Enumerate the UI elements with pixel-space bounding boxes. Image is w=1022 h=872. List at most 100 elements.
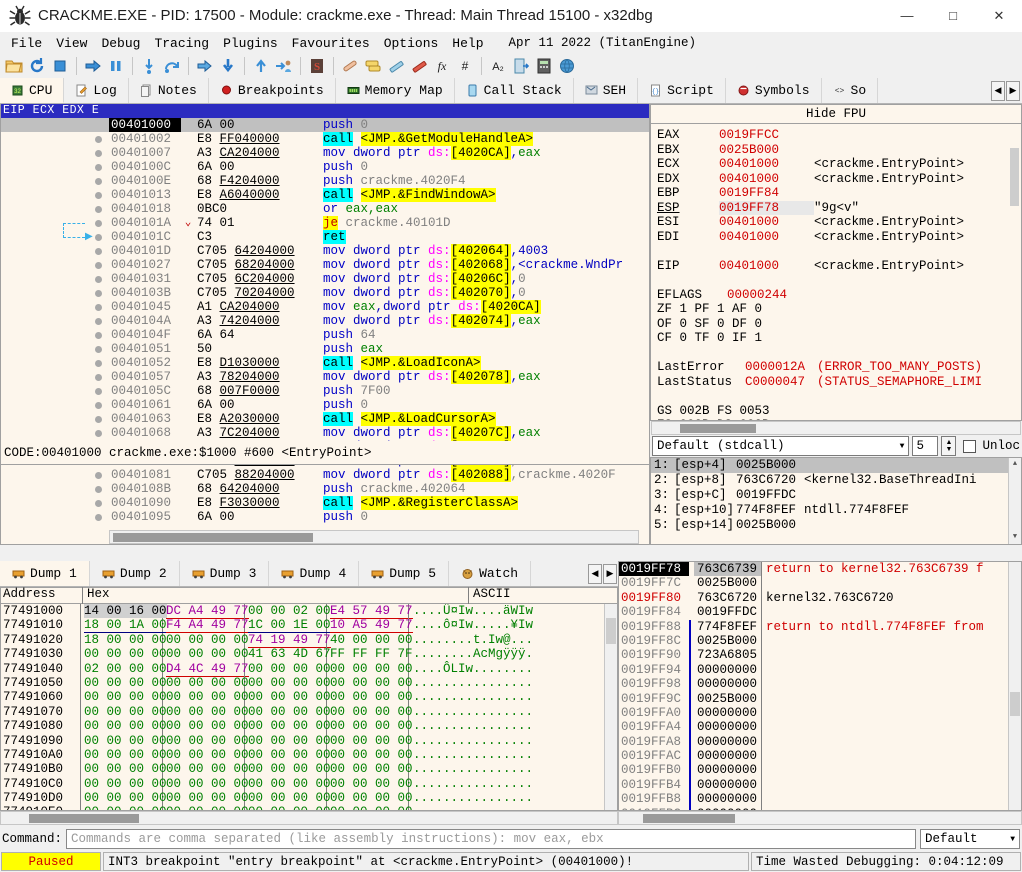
- register-row[interactable]: EDI 00401000 <crackme.EntryPoint>: [657, 230, 1021, 245]
- disassembly-row[interactable]: 00401081 C705 88204000 mov dword ptr ds:[4…: [1, 468, 649, 482]
- stack-row[interactable]: 0019FFA0 00000000: [619, 705, 1021, 721]
- dump-row[interactable]: 774910B0 00 00 00 00 00 00 00 00 00 00 00 0…: [1, 762, 617, 777]
- tab-call-stack[interactable]: Call Stack: [454, 78, 574, 103]
- tab-scroll-right-icon[interactable]: ▶: [1006, 80, 1020, 101]
- flag-row[interactable]: CF 0 TF 0 IF 1: [657, 331, 1021, 346]
- log-window-icon[interactable]: [362, 55, 384, 77]
- stack-row[interactable]: 0019FF98 00000000: [619, 677, 1021, 692]
- disassembly-hscrollbar[interactable]: [109, 530, 639, 544]
- stack-row[interactable]: 0019FF90 723A6805: [619, 648, 1021, 663]
- breakpoint-dot-icon[interactable]: [95, 486, 102, 493]
- disassembly-row[interactable]: 0040108B 68 64204000 push crackme.402064: [1, 482, 649, 496]
- dump-header-ascii[interactable]: ASCII: [469, 587, 617, 604]
- step-over-icon[interactable]: [161, 55, 183, 77]
- breakpoint-dot-icon[interactable]: [95, 514, 102, 521]
- step-down-icon[interactable]: [217, 55, 239, 77]
- step-into-icon[interactable]: [138, 55, 160, 77]
- disassembly-gutter[interactable]: [1, 510, 109, 524]
- menu-plugins[interactable]: Plugins: [216, 34, 285, 53]
- breakpoint-dot-icon[interactable]: [95, 290, 102, 297]
- font-icon[interactable]: A₂: [487, 55, 509, 77]
- menu-help[interactable]: Help: [445, 34, 490, 53]
- close-button[interactable]: ✕: [976, 0, 1022, 32]
- dump-tab-3[interactable]: Dump 3: [180, 561, 270, 586]
- stack-row[interactable]: 0019FF9C 0025B000: [619, 691, 1021, 706]
- breakpoint-dot-icon[interactable]: [95, 164, 102, 171]
- dump-icon[interactable]: [510, 55, 532, 77]
- breakpoint-dot-icon[interactable]: [95, 262, 102, 269]
- disassembly-gutter[interactable]: [1, 328, 109, 342]
- disassembly-gutter[interactable]: [1, 370, 109, 384]
- arg-count-stepper[interactable]: ▲ ▼: [941, 436, 957, 456]
- breakpoint-dot-icon[interactable]: [95, 234, 102, 241]
- tab-memory-map[interactable]: Memory Map: [335, 78, 455, 103]
- dump-scroll-right-icon[interactable]: ▶: [603, 563, 617, 584]
- breakpoint-dot-icon[interactable]: [95, 192, 102, 199]
- stack-row[interactable]: 0019FF80 763C6720 kernel32.763C6720: [619, 590, 1021, 606]
- comment-icon[interactable]: [385, 55, 407, 77]
- register-value[interactable]: 0019FF78: [719, 200, 814, 215]
- stack-row[interactable]: 0019FFB0 00000000: [619, 763, 1021, 778]
- dump-header-address[interactable]: Address: [1, 587, 83, 604]
- calculator-icon[interactable]: [533, 55, 555, 77]
- disassembly-row[interactable]: 00401057 A3 78204000 mov dword ptr ds:[402…: [1, 370, 649, 384]
- watch-tab[interactable]: Watch: [449, 561, 532, 586]
- breakpoint-dot-icon[interactable]: [95, 388, 102, 395]
- register-row[interactable]: EBP 0019FF84: [657, 186, 1021, 201]
- breakpoint-dot-icon[interactable]: [95, 402, 102, 409]
- stack-scrollbar[interactable]: [1008, 562, 1021, 810]
- register-value[interactable]: 00401000: [719, 230, 814, 245]
- disassembly-row[interactable]: 00401061 6A 00 push 0: [1, 398, 649, 412]
- registers-hscrollbar[interactable]: [651, 421, 1021, 435]
- menu-options[interactable]: Options: [377, 34, 446, 53]
- argument-row[interactable]: 4: [esp+10] 774F8FEF ntdll.774F8FEF: [651, 503, 1021, 518]
- dump-scrollbar[interactable]: [604, 604, 617, 810]
- command-mode-select[interactable]: Default ▼: [920, 829, 1020, 849]
- call-arguments-list[interactable]: 1: [esp+4] 0025B000 2: [esp+8] 763C6720 <kerne…: [650, 457, 1022, 545]
- stack-row[interactable]: 0019FFB4 00000000: [619, 777, 1021, 793]
- disassembly-gutter[interactable]: [1, 258, 109, 272]
- breakpoint-dot-icon[interactable]: [95, 220, 102, 227]
- disassembly-row[interactable]: 00401051 50 push eax: [1, 342, 649, 356]
- disassembly-row[interactable]: 00401063 E8 A2030000 call <JMP.&LoadCursor…: [1, 412, 649, 426]
- disassembly-gutter[interactable]: [1, 426, 109, 440]
- disassembly-gutter[interactable]: [1, 496, 109, 510]
- disassembly-gutter[interactable]: [1, 244, 109, 258]
- calling-convention-select[interactable]: Default (stdcall) ▼: [652, 436, 910, 456]
- stack-row[interactable]: 0019FF8C 0025B000: [619, 633, 1021, 649]
- disassembly-row[interactable]: 00401000 6A 00 push 0: [1, 118, 649, 132]
- dump-tab-5[interactable]: Dump 5: [359, 561, 450, 586]
- register-value[interactable]: 0025B000: [719, 143, 814, 158]
- disassembly-gutter[interactable]: [1, 174, 109, 188]
- disassembly-gutter[interactable]: [1, 272, 109, 286]
- breakpoint-dot-icon[interactable]: [95, 136, 102, 143]
- tab-seh[interactable]: SEH: [573, 78, 639, 103]
- stack-row[interactable]: 0019FF84 0019FFDC: [619, 605, 1021, 620]
- dump-row[interactable]: 77491030 00 00 00 00 00 00 00 00 41 63 4D 6…: [1, 647, 617, 662]
- menu-favourites[interactable]: Favourites: [285, 34, 377, 53]
- disassembly-row[interactable]: 0040100E 68 F4204000 push crackme.4020F4: [1, 174, 649, 188]
- register-value[interactable]: 00401000: [719, 215, 814, 230]
- registers-list[interactable]: EAX 0019FFCC EBX 0025B000 ECX 00401000 <crackm…: [650, 124, 1022, 421]
- maximize-button[interactable]: □: [930, 0, 976, 32]
- register-row[interactable]: EDX 00401000 <crackme.EntryPoint>: [657, 172, 1021, 187]
- breakpoint-dot-icon[interactable]: [95, 276, 102, 283]
- run-icon[interactable]: [82, 55, 104, 77]
- stack-row[interactable]: 0019FFA4 00000000: [619, 720, 1021, 735]
- tab-notes[interactable]: Notes: [128, 78, 209, 103]
- dump-rows[interactable]: 77491000 14 00 16 00 DC A4 49 77 00 00 02 0…: [0, 604, 618, 811]
- disassembly-panel[interactable]: EIP ECX EDX E 00401000 6A 00 push 0 0040100…: [0, 104, 650, 545]
- menu-tracing[interactable]: Tracing: [147, 34, 216, 53]
- stack-row[interactable]: 0019FF94 00000000: [619, 662, 1021, 678]
- dump-row[interactable]: 77491000 14 00 16 00 DC A4 49 77 00 00 02 0…: [1, 604, 617, 619]
- tab-breakpoints[interactable]: Breakpoints: [208, 78, 336, 103]
- globe-icon[interactable]: [556, 55, 578, 77]
- disassembly-row[interactable]: 0040101C C3 ret: [1, 230, 649, 244]
- breakpoint-dot-icon[interactable]: [95, 416, 102, 423]
- arg-count-input[interactable]: 5: [912, 436, 939, 456]
- breakpoint-dot-icon[interactable]: [95, 374, 102, 381]
- breakpoint-dot-icon[interactable]: [95, 206, 102, 213]
- dump-row[interactable]: 77491090 00 00 00 00 00 00 00 00 00 00 00 0…: [1, 733, 617, 748]
- disassembly-row[interactable]: 0040101A ⌄ 74 01 je crackme.40101D: [1, 216, 649, 230]
- disassembly-gutter[interactable]: [1, 398, 109, 412]
